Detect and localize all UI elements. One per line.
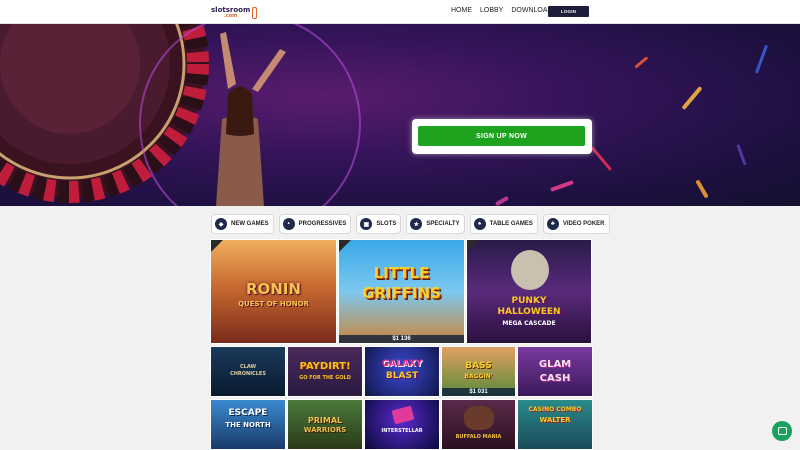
nav-home[interactable]: HOME: [451, 7, 472, 14]
game-tile-buffalo-mania[interactable]: BUFFALO MANIA: [441, 399, 516, 450]
category-table-games[interactable]: ♠ TABLE GAMES: [469, 214, 538, 234]
game-tile-ronin[interactable]: RONIN QUEST OF HONOR: [210, 239, 337, 344]
game-title: GLAM: [538, 359, 572, 370]
category-label: SLOTS: [376, 221, 397, 227]
nav-lobby[interactable]: LOBBY: [480, 7, 503, 14]
category-slots[interactable]: ▣ SLOTS: [356, 214, 402, 234]
site-header: slotsroom .com HOME LOBBY DOWNLOAD LOGIN: [0, 0, 800, 24]
game-subtitle: QUEST OF HONOR: [238, 300, 309, 308]
category-progressives[interactable]: • PROGRESSIVES: [278, 214, 352, 234]
star-icon: ★: [410, 218, 423, 230]
coins-icon: •: [282, 218, 295, 230]
roulette-wheel-icon: [0, 24, 209, 203]
game-tile-claw-chronicles[interactable]: CLAW CHRONICLES: [210, 346, 286, 397]
game-tile-punky-halloween[interactable]: PUNKY HALLOWEEN MEGA CASCADE: [466, 239, 592, 344]
game-subtitle: WARRIORS: [303, 426, 347, 434]
category-specialty[interactable]: ★ SPECIALTY: [406, 214, 465, 234]
game-subtitle: BLAST: [385, 371, 419, 381]
game-title: LITTLE: [373, 264, 430, 282]
gem-icon: [391, 405, 415, 425]
category-label: NEW GAMES: [231, 221, 269, 227]
game-subtitle: INTERSTELLAR: [381, 428, 423, 434]
game-title: PRIMAL: [307, 416, 343, 425]
category-label: VIDEO POKER: [562, 221, 605, 227]
chat-button[interactable]: [772, 421, 792, 441]
game-subtitle: HALLOWEEN: [497, 307, 561, 317]
diamond-icon: ◆: [215, 218, 227, 230]
game-title: PUNKY: [511, 296, 547, 306]
page: slotsroom .com HOME LOBBY DOWNLOAD LOGIN: [0, 0, 800, 450]
game-tile-escape-the-north[interactable]: ESCAPE THE NORTH: [210, 399, 286, 450]
category-video-poker[interactable]: ♣ VIDEO POKER: [542, 214, 610, 234]
new-badge: [467, 240, 479, 252]
game-tile-galaxy-blast[interactable]: GALAXY BLAST: [364, 346, 440, 397]
main-nav: HOME LOBBY DOWNLOAD: [451, 7, 561, 14]
game-subtitle: THE NORTH: [225, 421, 271, 429]
game-tile-glam-cash[interactable]: GLAM CASH: [517, 346, 593, 397]
new-badge: [339, 240, 351, 252]
game-title: CLAW: [239, 364, 256, 370]
hero-banner: SIGN UP NOW: [0, 24, 800, 206]
person-illustration: [216, 32, 286, 206]
category-label: TABLE GAMES: [489, 221, 533, 227]
signup-card: SIGN UP NOW: [412, 119, 592, 154]
jackpot-amount: $1 136: [339, 335, 464, 343]
game-tile-interstellar[interactable]: INTERSTELLAR: [364, 399, 440, 450]
game-subtitle-2: MEGA CASCADE: [502, 320, 556, 327]
signup-button[interactable]: SIGN UP NOW: [418, 126, 585, 146]
site-logo[interactable]: slotsroom .com: [211, 5, 258, 20]
category-label: PROGRESSIVES: [298, 221, 347, 227]
category-label: SPECIALTY: [426, 221, 460, 227]
poker-icon: ♣: [546, 218, 559, 230]
game-tile-casino-combo[interactable]: CASINO COMBO WALTER: [517, 399, 593, 450]
game-title: BASS: [465, 361, 492, 371]
game-title: GALAXY: [381, 359, 423, 369]
slot-machine-icon: ▣: [360, 218, 373, 230]
login-button[interactable]: LOGIN: [548, 6, 589, 17]
game-tile-bass-baggin[interactable]: BASS BAGGIN' $1 031: [441, 346, 516, 397]
game-subtitle: CHRONICLES: [230, 371, 266, 377]
game-subtitle: CASH: [539, 373, 571, 384]
jackpot-amount: $1 031: [442, 388, 515, 396]
game-tile-primal-warriors[interactable]: PRIMAL WARRIORS: [287, 399, 363, 450]
category-new-games[interactable]: ◆ NEW GAMES: [211, 214, 274, 234]
logo-text: slotsroom .com: [211, 6, 250, 19]
game-subtitle: GO FOR THE GOLD: [299, 375, 351, 381]
nav-download[interactable]: DOWNLOAD: [511, 7, 552, 14]
game-subtitle: BAGGIN': [464, 373, 493, 380]
game-title: RONIN: [246, 280, 301, 298]
skull-icon: [511, 250, 549, 290]
hero-illustration: [0, 24, 768, 206]
game-tile-little-griffins[interactable]: LITTLE GRIFFINS $1 136: [338, 239, 465, 344]
game-subtitle: WALTER: [539, 416, 571, 424]
game-tile-paydirt[interactable]: PAYDIRT! GO FOR THE GOLD: [287, 346, 363, 397]
game-subtitle: GRIFFINS: [362, 284, 441, 302]
game-subtitle: BUFFALO MANIA: [455, 434, 502, 440]
cards-icon: ♠: [473, 218, 486, 230]
category-bar: ◆ NEW GAMES • PROGRESSIVES ▣ SLOTS ★ SPE…: [211, 214, 610, 234]
logo-mark-icon: [252, 6, 258, 19]
new-badge: [211, 240, 223, 252]
game-title: ESCAPE: [228, 408, 268, 418]
game-title: PAYDIRT!: [299, 361, 351, 372]
buffalo-icon: [464, 406, 494, 430]
game-title: CASINO COMBO: [528, 406, 582, 413]
chat-icon: [777, 427, 787, 435]
